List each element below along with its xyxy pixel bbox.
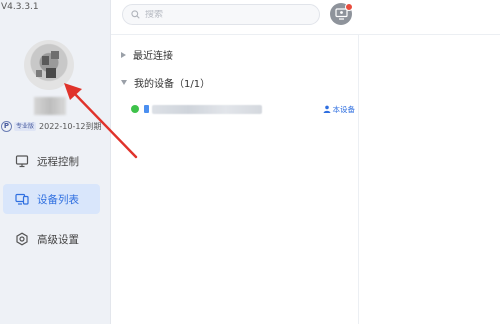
device-detail-panel [359,35,500,324]
notification-dot [345,3,353,11]
user-icon [323,105,330,113]
username-blurred [34,97,66,115]
plan-expire-date: 2022-10-12到期 [39,122,102,131]
device-list-icon [15,193,29,205]
search-box[interactable] [122,4,320,25]
online-status-dot [131,105,139,113]
plan-info: P 专业版 2022-10-12到期 [1,121,102,132]
nav-item-remote-control[interactable]: 远程控制 [3,146,100,176]
chevron-right-icon [121,51,126,58]
group-my-devices[interactable]: 我的设备（1/1） [121,75,210,90]
search-input[interactable] [145,9,305,20]
nav-label: 设备列表 [37,193,79,206]
device-name-blurred [152,104,262,114]
top-bar [111,0,500,35]
this-device-label: 本设备 [332,104,356,114]
device-list-panel: 最近连接 我的设备（1/1） 本设备 [111,35,359,324]
main-area: 最近连接 我的设备（1/1） 本设备 [111,0,500,324]
group-label: 最近连接 [133,51,173,62]
sidebar: V4.3.3.1 P 专业版 2022-10-12到期 远程控制 设备列表 高级… [0,0,111,324]
nav-item-device-list[interactable]: 设备列表 [3,184,100,214]
windows-icon [144,105,149,113]
nav-label: 远程控制 [37,155,79,168]
plan-badge-icon: P [1,121,12,132]
group-label: 我的设备（1/1） [134,79,211,90]
gear-icon [16,232,28,246]
nav-label: 高级设置 [37,233,79,246]
monitor-icon [15,155,29,168]
search-icon [131,10,140,19]
this-device-badge: 本设备 [323,104,356,115]
group-recent-connections[interactable]: 最近连接 [121,47,173,62]
nav-item-advanced-settings[interactable]: 高级设置 [3,224,100,254]
chevron-down-icon [121,80,127,85]
plan-label: 专业版 [14,122,37,131]
device-row[interactable]: 本设备 [131,101,355,117]
avatar[interactable] [24,40,74,90]
app-version: V4.3.3.1 [1,2,39,12]
